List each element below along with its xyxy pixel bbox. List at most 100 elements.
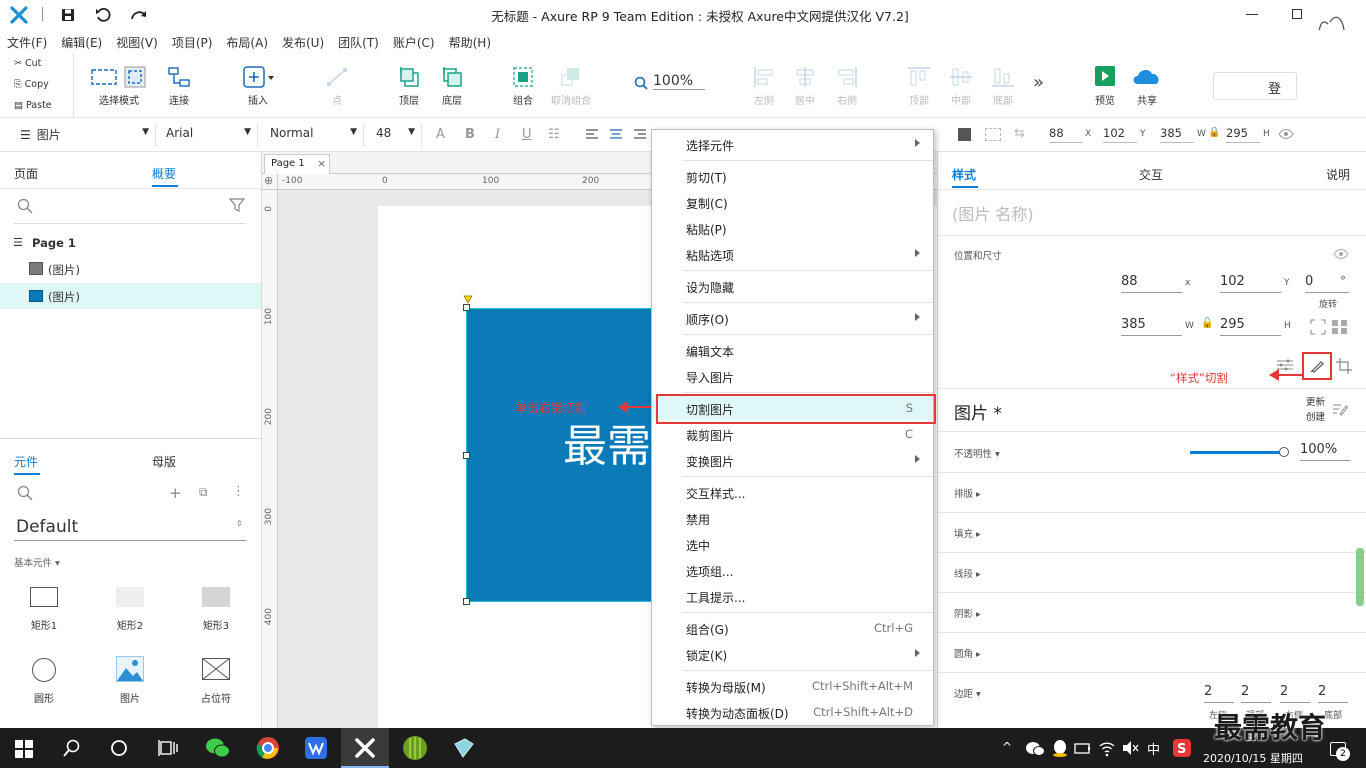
widget-image[interactable]: 图片 bbox=[106, 656, 154, 708]
section-shadow[interactable]: 阴影 ▸ bbox=[954, 606, 981, 620]
ungroup-button[interactable]: 取消组合 bbox=[548, 66, 594, 107]
menu-item-crop-image[interactable]: 裁剪图片 C bbox=[652, 422, 933, 446]
lock-icon[interactable]: 🔒 bbox=[1208, 127, 1220, 138]
tray-volume-muted-icon[interactable] bbox=[1122, 740, 1140, 756]
y-field[interactable]: 102 bbox=[1220, 273, 1281, 293]
chrome-icon[interactable] bbox=[256, 736, 280, 760]
font-weight-dropdown[interactable]: Normal ▼ bbox=[264, 124, 364, 146]
menu-item-tooltip[interactable]: 工具提示... bbox=[652, 584, 933, 608]
fit-size-icons[interactable] bbox=[1310, 319, 1350, 335]
ime-indicator[interactable]: 中 bbox=[1147, 739, 1160, 758]
menu-arrange[interactable]: 布局(A) bbox=[219, 30, 275, 51]
tray-chevron-icon[interactable]: ^ bbox=[1002, 740, 1012, 754]
menu-item-edit-text[interactable]: 编辑文本 bbox=[652, 338, 933, 362]
widget-rectangle3[interactable]: 矩形3 bbox=[192, 584, 240, 636]
slice-image-button[interactable] bbox=[1302, 352, 1332, 380]
rotate-handle-icon[interactable] bbox=[463, 295, 473, 304]
font-family-dropdown[interactable]: Arial ▼ bbox=[160, 124, 258, 146]
share-button[interactable]: 共享 bbox=[1128, 66, 1166, 107]
bullet-list-icon[interactable]: ☷ bbox=[548, 127, 560, 142]
fill-color-icon[interactable] bbox=[958, 128, 971, 141]
menu-item-order[interactable]: 顺序(O) bbox=[652, 306, 933, 330]
axure-logo-icon[interactable] bbox=[10, 6, 28, 24]
bold-icon[interactable]: B bbox=[465, 127, 475, 142]
format-y-field[interactable]: 102 bbox=[1103, 126, 1137, 143]
point-button[interactable]: 点 bbox=[322, 66, 352, 107]
preview-button[interactable]: 预览 bbox=[1090, 66, 1120, 107]
align-middle-button[interactable]: 中部 bbox=[947, 66, 975, 107]
outline-item[interactable]: (图片) bbox=[0, 257, 261, 281]
connect-button[interactable]: 连接 bbox=[162, 66, 196, 107]
format-h-field[interactable]: 295 bbox=[1226, 126, 1260, 143]
app-cube-icon[interactable] bbox=[451, 736, 475, 760]
menu-edit[interactable]: 编辑(E) bbox=[54, 30, 109, 51]
paste-button[interactable]: ▤ Paste bbox=[14, 100, 52, 111]
add-library-icon[interactable]: + bbox=[169, 484, 182, 502]
height-field[interactable]: 295 bbox=[1220, 316, 1281, 336]
copy-button[interactable]: ⎘ Copy bbox=[14, 79, 49, 90]
border-style-icon[interactable] bbox=[985, 128, 1001, 141]
visibility-eye-icon[interactable] bbox=[1333, 249, 1349, 259]
bring-to-front-button[interactable]: 顶层 bbox=[394, 66, 424, 107]
more-tools-button[interactable]: » bbox=[1033, 72, 1044, 93]
menu-account[interactable]: 账户(C) bbox=[386, 30, 442, 51]
menu-item-paste-options[interactable]: 粘贴选项 bbox=[652, 242, 933, 266]
font-color-icon[interactable]: A bbox=[436, 127, 445, 142]
save-icon[interactable] bbox=[61, 8, 75, 22]
tab-pages[interactable]: 页面 bbox=[14, 165, 38, 182]
create-style-link[interactable]: 创建 bbox=[1306, 410, 1325, 425]
tray-power-icon[interactable] bbox=[1074, 740, 1092, 756]
menu-item-disable[interactable]: 禁用 bbox=[652, 506, 933, 530]
axure-taskbar-button[interactable] bbox=[341, 728, 389, 768]
filter-icon[interactable] bbox=[229, 198, 245, 212]
lock-aspect-icon[interactable]: 🔓 bbox=[1201, 318, 1213, 329]
menu-item-selected[interactable]: 选中 bbox=[652, 532, 933, 556]
resize-handle[interactable] bbox=[463, 304, 470, 311]
menu-item-convert-to-dynamic-panel[interactable]: 转换为动态面板(D) Ctrl+Shift+Alt+D bbox=[652, 700, 933, 724]
menu-item-convert-to-master[interactable]: 转换为母版(M) Ctrl+Shift+Alt+M bbox=[652, 674, 933, 698]
tab-widgets[interactable]: 元件 bbox=[14, 453, 38, 470]
minimize-button[interactable] bbox=[1246, 14, 1258, 15]
tab-outline[interactable]: 概要 bbox=[152, 165, 176, 182]
menu-help[interactable]: 帮助(H) bbox=[442, 30, 498, 51]
close-icon[interactable]: × bbox=[317, 157, 326, 170]
crop-icon[interactable] bbox=[1336, 358, 1352, 374]
tab-notes[interactable]: 说明 bbox=[1326, 166, 1350, 183]
resize-handle[interactable] bbox=[463, 598, 470, 605]
font-size-dropdown[interactable]: 48 ▼ bbox=[370, 124, 422, 146]
send-to-back-button[interactable]: 底层 bbox=[437, 66, 467, 107]
align-right-button[interactable]: 右侧 bbox=[833, 66, 861, 107]
tray-wechat-icon[interactable] bbox=[1025, 740, 1045, 756]
menu-item-paste[interactable]: 粘贴(P) bbox=[652, 216, 933, 240]
align-bottom-button[interactable]: 底部 bbox=[989, 66, 1017, 107]
task-view-icon[interactable] bbox=[158, 739, 178, 757]
tray-sogou-icon[interactable]: S bbox=[1172, 738, 1192, 758]
width-field[interactable]: 385 bbox=[1121, 316, 1182, 336]
x-field[interactable]: 88 bbox=[1121, 273, 1182, 293]
resize-handle[interactable] bbox=[463, 452, 470, 459]
edit-style-icon[interactable] bbox=[1332, 402, 1348, 416]
style-name[interactable]: 图片 * bbox=[954, 399, 1002, 424]
app-bamboo-icon[interactable] bbox=[402, 735, 428, 761]
arrow-style-icon[interactable]: ⇆ bbox=[1014, 126, 1025, 141]
search-icon[interactable] bbox=[17, 485, 33, 501]
menu-file[interactable]: 文件(F) bbox=[0, 30, 54, 51]
library-dropdown[interactable]: Default ⇕ bbox=[14, 509, 246, 541]
outline-page-row[interactable]: ☰ Page 1 bbox=[0, 231, 261, 253]
widget-type-dropdown[interactable]: ☰ 图片 ▼ bbox=[14, 124, 156, 146]
section-typography[interactable]: 排版 ▸ bbox=[954, 486, 981, 500]
format-w-field[interactable]: 385 bbox=[1160, 126, 1194, 143]
menu-item-copy[interactable]: 复制(C) bbox=[652, 190, 933, 214]
tab-interactions[interactable]: 交互 bbox=[1139, 166, 1163, 183]
underline-icon[interactable]: U bbox=[522, 127, 532, 142]
menu-item-selection-group[interactable]: 选项组... bbox=[652, 558, 933, 582]
menu-team[interactable]: 团队(T) bbox=[331, 30, 386, 51]
widget-name-input[interactable]: (图片 名称) bbox=[952, 201, 1352, 225]
align-center-button[interactable]: 居中 bbox=[791, 66, 819, 107]
menu-item-import-image[interactable]: 导入图片 bbox=[652, 364, 933, 388]
wps-icon[interactable] bbox=[304, 736, 328, 760]
redo-icon[interactable] bbox=[130, 8, 148, 22]
text-align-icons[interactable] bbox=[586, 129, 646, 141]
menu-publish[interactable]: 发布(U) bbox=[275, 30, 331, 51]
padding-left-field[interactable]: 2 bbox=[1204, 683, 1234, 703]
